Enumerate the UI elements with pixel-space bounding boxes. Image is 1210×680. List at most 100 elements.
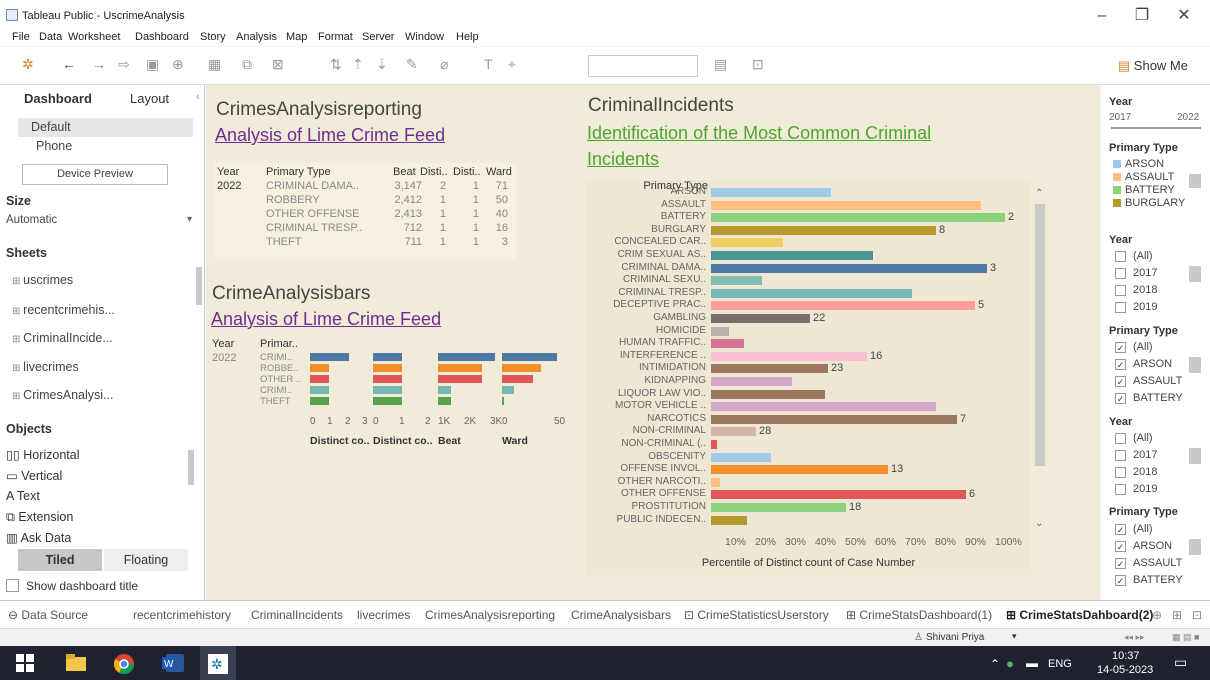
filter-scrollbar[interactable] bbox=[1189, 448, 1201, 464]
filter-option[interactable]: (All) bbox=[1133, 341, 1153, 353]
swap-icon[interactable]: ⇅ bbox=[330, 56, 342, 73]
show-title-checkbox[interactable] bbox=[6, 579, 19, 592]
tab-data-source[interactable]: ⊖ Data Source bbox=[8, 608, 88, 622]
device-default[interactable]: Default bbox=[31, 120, 71, 134]
menu-story[interactable]: Story bbox=[200, 31, 226, 43]
clock-time[interactable]: 10:37 bbox=[1112, 650, 1140, 662]
filter-checkbox[interactable] bbox=[1115, 251, 1126, 262]
filter-option[interactable]: 2019 bbox=[1133, 483, 1157, 495]
filter-checkbox[interactable] bbox=[1115, 450, 1126, 461]
legend-item[interactable]: BURGLARY bbox=[1125, 197, 1185, 209]
object-horizontal[interactable]: ▯▯ Horizontal bbox=[6, 447, 80, 462]
tableau-taskbar-icon[interactable]: ✲ bbox=[208, 654, 228, 674]
incidents-scrollbar[interactable] bbox=[1035, 204, 1045, 466]
filter-checkbox[interactable] bbox=[1115, 467, 1126, 478]
object-extension[interactable]: ⧉ Extension bbox=[6, 510, 73, 525]
filter-option[interactable]: 2017 bbox=[1133, 267, 1157, 279]
tray-expand-icon[interactable]: ⌃ bbox=[990, 657, 1000, 671]
fit-dropdown[interactable] bbox=[588, 55, 698, 77]
device-preview-button[interactable]: Device Preview bbox=[22, 164, 168, 185]
clear-sheet-icon[interactable]: ⊠ bbox=[272, 56, 284, 73]
new-dashboard-tab-icon[interactable]: ⊞ bbox=[1172, 608, 1182, 622]
filter-checkbox[interactable] bbox=[1115, 268, 1126, 279]
legend-item[interactable]: ARSON bbox=[1125, 158, 1164, 170]
show-cards-icon[interactable]: ▤ bbox=[714, 56, 727, 73]
user-name[interactable]: Shivani Priya bbox=[926, 632, 984, 643]
user-dropdown-icon[interactable]: ▾ bbox=[1012, 631, 1017, 642]
filter-checkbox-checked[interactable]: ✓ bbox=[1115, 558, 1126, 569]
filter-option[interactable]: 2019 bbox=[1133, 301, 1157, 313]
tiled-button[interactable]: Tiled bbox=[18, 549, 102, 571]
highlight-icon[interactable]: ✎ bbox=[406, 56, 418, 73]
filter-checkbox-checked[interactable]: ✓ bbox=[1115, 541, 1126, 552]
filter-checkbox[interactable] bbox=[1115, 484, 1126, 495]
filter-option[interactable]: ARSON bbox=[1133, 358, 1172, 370]
filter-checkbox-checked[interactable]: ✓ bbox=[1115, 575, 1126, 586]
filter-checkbox-checked[interactable]: ✓ bbox=[1115, 359, 1126, 370]
show-me-button[interactable]: ▤ Show Me bbox=[1118, 58, 1188, 74]
tab-crimestatsdashboard2[interactable]: ⊞ CrimeStatsDahboard(2) bbox=[1006, 608, 1153, 622]
menu-map[interactable]: Map bbox=[286, 31, 307, 43]
redo-icon[interactable]: → bbox=[92, 56, 106, 72]
sheet-item-crimesanalysis[interactable]: ⊞ CrimesAnalysi... bbox=[12, 388, 113, 402]
size-dropdown-arrow-icon[interactable]: ▾ bbox=[187, 214, 192, 225]
filter-option[interactable]: 2018 bbox=[1133, 284, 1157, 296]
scroll-up-icon[interactable]: ⌃ bbox=[1035, 188, 1043, 199]
menu-worksheet[interactable]: Worksheet bbox=[68, 31, 120, 43]
save-icon[interactable]: ▣ bbox=[146, 56, 159, 73]
menu-window[interactable]: Window bbox=[405, 31, 444, 43]
filter-option[interactable]: BATTERY bbox=[1133, 392, 1183, 404]
filter-option[interactable]: 2018 bbox=[1133, 466, 1157, 478]
menu-server[interactable]: Server bbox=[362, 31, 394, 43]
sheet-item-livecrimes[interactable]: ⊞ livecrimes bbox=[12, 360, 79, 374]
new-story-tab-icon[interactable]: ⊡ bbox=[1192, 608, 1202, 622]
tableau-logo-icon[interactable]: ✲ bbox=[22, 56, 34, 73]
sheet-item-uscrimes[interactable]: ⊞ uscrimes bbox=[12, 273, 73, 287]
word-icon[interactable]: W bbox=[162, 654, 184, 672]
tab-recentcrimehistory[interactable]: recentcrimehistory bbox=[133, 608, 231, 622]
object-text[interactable]: A Text bbox=[6, 489, 40, 503]
group-icon[interactable]: ⌀ bbox=[440, 56, 448, 73]
legend-item[interactable]: BATTERY bbox=[1125, 184, 1175, 196]
object-ask-data[interactable]: ▥ Ask Data bbox=[6, 530, 71, 545]
sheet-item-criminalincidents[interactable]: ⊞ CriminalIncide... bbox=[12, 331, 113, 345]
clock-date[interactable]: 14-05-2023 bbox=[1097, 664, 1153, 676]
network-icon[interactable]: ● bbox=[1006, 656, 1014, 671]
battery-icon[interactable]: ▬ bbox=[1026, 656, 1038, 670]
tab-crimesanalysisreporting[interactable]: CrimesAnalysisreporting bbox=[425, 608, 555, 622]
file-explorer-icon[interactable] bbox=[66, 654, 86, 672]
year-slider[interactable] bbox=[1111, 127, 1201, 129]
labels-icon[interactable]: T bbox=[484, 56, 493, 72]
filter-checkbox-checked[interactable]: ✓ bbox=[1115, 393, 1126, 404]
filter-checkbox[interactable] bbox=[1115, 285, 1126, 296]
filter-checkbox-checked[interactable]: ✓ bbox=[1115, 376, 1126, 387]
collapse-icon[interactable]: ‹ bbox=[196, 91, 200, 103]
replay-icon[interactable]: ⇨ bbox=[118, 56, 130, 73]
filter-checkbox-checked[interactable]: ✓ bbox=[1115, 524, 1126, 535]
new-worksheet-icon[interactable]: ▦ bbox=[208, 56, 221, 73]
menu-format[interactable]: Format bbox=[318, 31, 353, 43]
filter-scrollbar[interactable] bbox=[1189, 357, 1201, 373]
filter-option[interactable]: (All) bbox=[1133, 432, 1153, 444]
filter-checkbox-checked[interactable]: ✓ bbox=[1115, 342, 1126, 353]
size-dropdown[interactable]: Automatic bbox=[6, 214, 57, 226]
object-vertical[interactable]: ▭ Vertical bbox=[6, 468, 62, 483]
menu-help[interactable]: Help bbox=[456, 31, 479, 43]
scroll-down-icon[interactable]: ⌄ bbox=[1035, 518, 1043, 529]
filter-scrollbar[interactable] bbox=[1189, 539, 1201, 555]
notifications-icon[interactable]: ▭ bbox=[1174, 654, 1187, 671]
sheet-nav-icon[interactable]: ◂◂ ▸▸ bbox=[1124, 632, 1145, 643]
legend-item[interactable]: ASSAULT bbox=[1125, 171, 1174, 183]
duplicate-icon[interactable]: ⧉ bbox=[242, 56, 252, 73]
sheet-item-recentcrimehistory[interactable]: ⊞ recentcrimehis... bbox=[12, 303, 115, 317]
presentation-icon[interactable]: ⊡ bbox=[752, 56, 764, 73]
filter-option[interactable]: ASSAULT bbox=[1133, 557, 1182, 569]
tab-crimeanalysisbars[interactable]: CrimeAnalysisbars bbox=[571, 608, 671, 622]
menu-analysis[interactable]: Analysis bbox=[236, 31, 277, 43]
language-indicator[interactable]: ENG bbox=[1048, 658, 1072, 670]
tab-dashboard[interactable]: Dashboard bbox=[24, 91, 92, 106]
sheets-scrollbar[interactable] bbox=[196, 267, 202, 305]
objects-scrollbar[interactable] bbox=[188, 450, 194, 485]
menu-data[interactable]: Data bbox=[39, 31, 62, 43]
undo-icon[interactable]: ← bbox=[62, 56, 76, 72]
